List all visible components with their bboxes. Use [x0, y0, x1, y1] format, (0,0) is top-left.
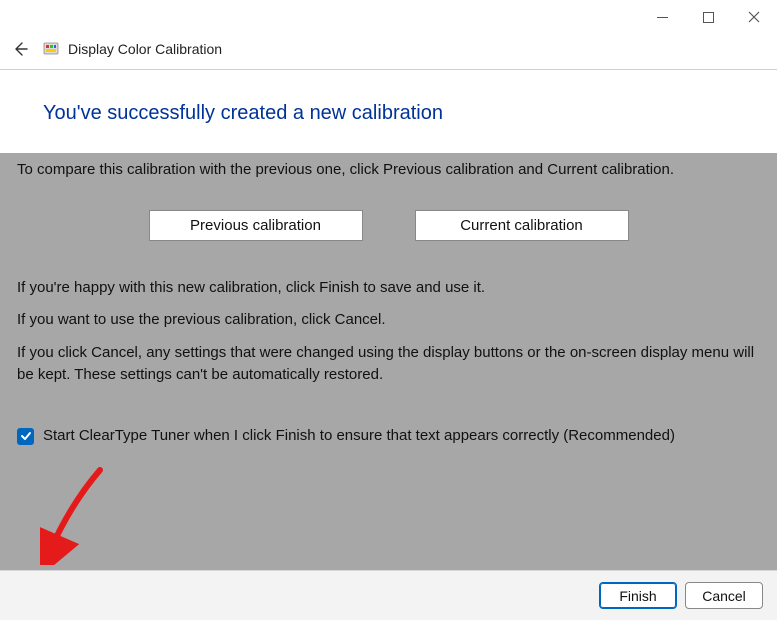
finish-button[interactable]: Finish: [599, 582, 677, 609]
back-arrow-icon: [12, 41, 28, 57]
app-icon: [42, 40, 60, 58]
cleartype-checkbox[interactable]: [17, 428, 34, 445]
dialog-footer: Finish Cancel: [0, 570, 777, 620]
previous-calibration-button[interactable]: Previous calibration: [149, 210, 363, 241]
current-calibration-button[interactable]: Current calibration: [415, 210, 629, 241]
header-bar: Display Color Calibration: [0, 34, 777, 70]
back-button[interactable]: [4, 33, 36, 65]
page-heading: You've successfully created a new calibr…: [43, 102, 777, 125]
maximize-button[interactable]: [685, 0, 731, 34]
content-area: You've successfully created a new calibr…: [0, 70, 777, 570]
checkmark-icon: [20, 430, 32, 442]
app-title: Display Color Calibration: [68, 41, 222, 57]
window-titlebar: [0, 0, 777, 34]
display-calibration-icon: [43, 41, 59, 57]
compare-instruction-text: To compare this calibration with the pre…: [17, 159, 760, 182]
heading-section: You've successfully created a new calibr…: [0, 70, 777, 153]
close-button[interactable]: [731, 0, 777, 34]
close-icon: [748, 11, 760, 23]
annotation-arrow: [40, 465, 110, 565]
calibration-button-row: Previous calibration Current calibration: [17, 210, 760, 241]
cancel-note-text: If you click Cancel, any settings that w…: [17, 342, 760, 387]
cleartype-checkbox-label: Start ClearType Tuner when I click Finis…: [43, 425, 675, 448]
cancel-button[interactable]: Cancel: [685, 582, 763, 609]
finish-instruction-text: If you're happy with this new calibratio…: [17, 277, 760, 300]
cleartype-checkbox-row: Start ClearType Tuner when I click Finis…: [17, 425, 760, 448]
cancel-instruction-text: If you want to use the previous calibrat…: [17, 309, 760, 332]
maximize-icon: [703, 12, 714, 23]
minimize-button[interactable]: [639, 0, 685, 34]
minimize-icon: [657, 17, 668, 18]
